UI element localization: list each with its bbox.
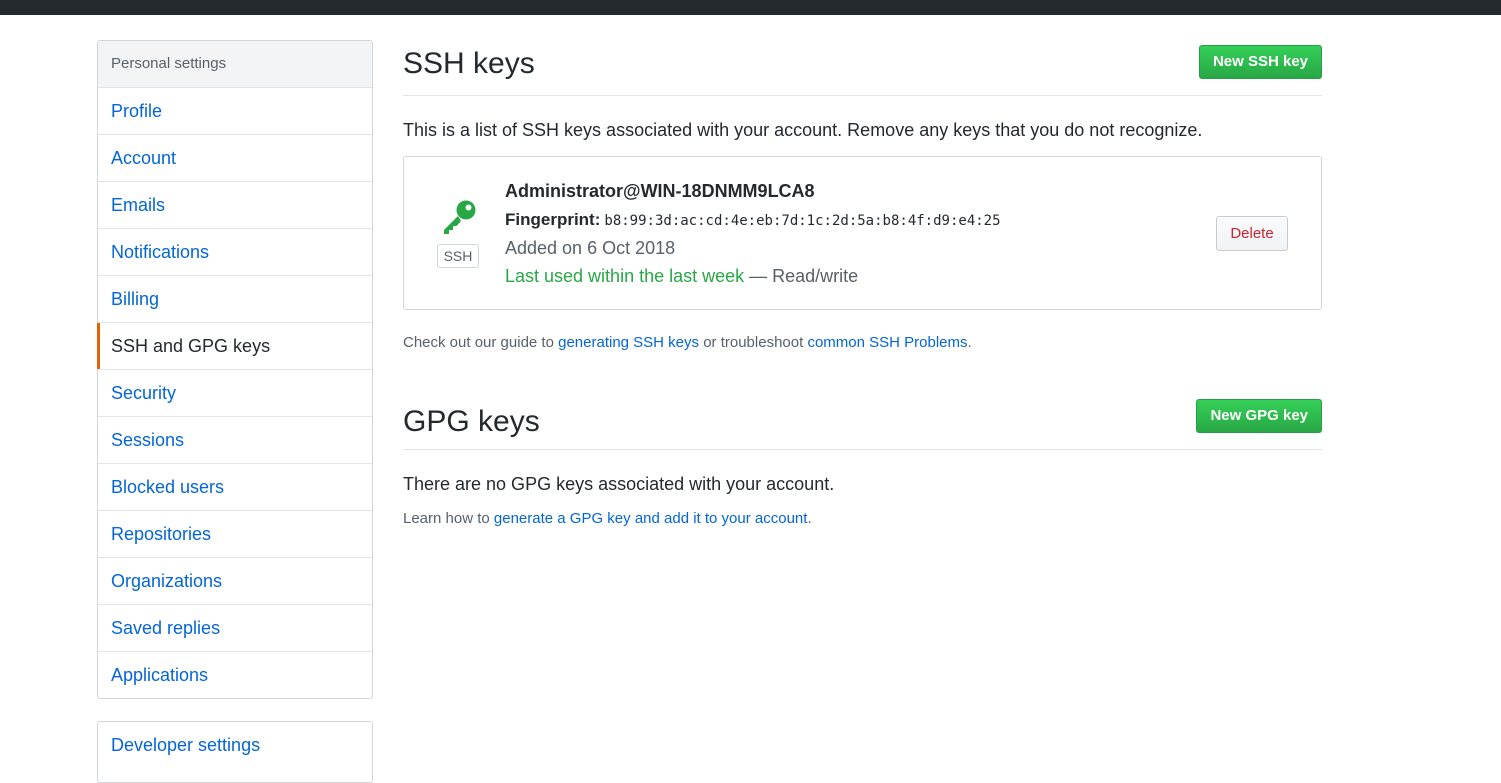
ssh-key-name: Administrator@WIN-18DNMM9LCA8 — [505, 181, 815, 201]
generate-gpg-key-link[interactable]: generate a GPG key and add it to your ac… — [494, 510, 808, 527]
ssh-guide-middle: or troubleshoot — [699, 334, 808, 351]
ssh-key-last-used: Last used within the last week — [505, 266, 745, 286]
sidebar-item-blocked-users[interactable]: Blocked users — [98, 464, 372, 511]
delete-ssh-key-button[interactable]: Delete — [1216, 216, 1288, 251]
sidebar-heading: Personal settings — [98, 41, 372, 88]
gpg-keys-section: GPG keys New GPG key There are no GPG ke… — [403, 399, 1322, 527]
sidebar-item-notifications[interactable]: Notifications — [98, 229, 372, 276]
ssh-key-usage: Last used within the last week — Read/wr… — [505, 266, 858, 287]
ssh-keys-intro: This is a list of SSH keys associated wi… — [403, 120, 1203, 140]
common-ssh-problems-link[interactable]: common SSH Problems — [807, 334, 967, 351]
sidebar-item-profile[interactable]: Profile — [98, 88, 372, 135]
ssh-key-fingerprint-row: Fingerprint: b8:99:3d:ac:cd:4e:eb:7d:1c:2… — [505, 210, 1001, 230]
sidebar-item-security[interactable]: Security — [98, 370, 372, 417]
gpg-keys-header: GPG keys New GPG key — [403, 399, 1322, 450]
gpg-keys-title: GPG keys — [403, 405, 540, 438]
main-content: SSH keys New SSH key This is a list of S… — [403, 40, 1322, 527]
settings-sidebar: Personal settings Profile Account Emails… — [97, 40, 373, 699]
key-icon — [444, 200, 476, 234]
new-gpg-key-button[interactable]: New GPG key — [1196, 399, 1322, 433]
ssh-key-added-date: Added on 6 Oct 2018 — [505, 238, 676, 258]
sidebar-item-sessions[interactable]: Sessions — [98, 417, 372, 464]
generating-ssh-keys-link[interactable]: generating SSH keys — [558, 334, 699, 351]
sidebar-item-developer-settings[interactable]: Developer settings — [98, 722, 372, 755]
sidebar-item-ssh-gpg-keys[interactable]: SSH and GPG keys — [97, 323, 372, 370]
developer-settings-menu: Developer settings — [97, 721, 373, 783]
gpg-learn-prefix: Learn how to — [403, 510, 494, 527]
ssh-guide-note: Check out our guide to generating SSH ke… — [403, 334, 1322, 351]
new-ssh-key-button[interactable]: New SSH key — [1198, 45, 1322, 79]
gpg-empty-message: There are no GPG keys associated with yo… — [403, 474, 835, 494]
ssh-key-type-label: SSH — [437, 244, 479, 268]
gpg-learn-suffix: . — [807, 510, 812, 527]
gpg-learn-note: Learn how to generate a GPG key and add … — [403, 510, 1322, 527]
sidebar-item-saved-replies[interactable]: Saved replies — [98, 605, 372, 652]
ssh-key-access: — Read/write — [744, 266, 859, 286]
ssh-keys-header: SSH keys New SSH key — [403, 40, 1322, 96]
sidebar-item-applications[interactable]: Applications — [98, 652, 372, 698]
ssh-keys-title: SSH keys — [403, 47, 535, 80]
top-navigation-bar — [0, 0, 1501, 15]
sidebar-item-billing[interactable]: Billing — [98, 276, 372, 323]
sidebar-item-account[interactable]: Account — [98, 135, 372, 182]
ssh-guide-prefix: Check out our guide to — [403, 334, 559, 351]
fingerprint-value: b8:99:3d:ac:cd:4e:eb:7d:1c:2d:5a:b8:4f:d… — [604, 213, 1001, 229]
ssh-guide-suffix: . — [967, 334, 972, 351]
sidebar-item-repositories[interactable]: Repositories — [98, 511, 372, 558]
sidebar-item-organizations[interactable]: Organizations — [98, 558, 372, 605]
sidebar-item-emails[interactable]: Emails — [98, 182, 372, 229]
ssh-key-item: SSH Administrator@WIN-18DNMM9LCA8 Finger… — [403, 156, 1322, 310]
fingerprint-label: Fingerprint: — [505, 210, 601, 229]
